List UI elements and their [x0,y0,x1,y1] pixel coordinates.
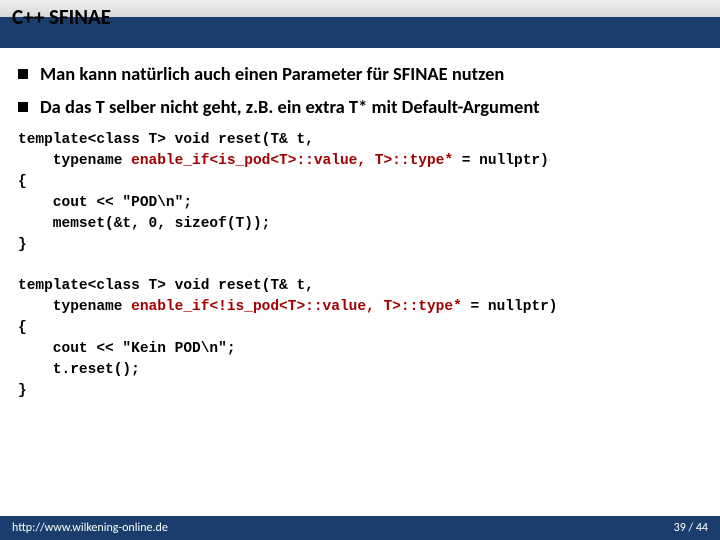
code-line: } [18,381,702,402]
page-number: 39 / 44 [674,521,708,535]
code-line: { [18,172,702,193]
code-line: cout << "Kein POD\n"; [18,339,702,360]
code-line: typename enable_if<!is_pod<T>::value, T>… [18,297,702,318]
bullet-text: Da das T selber nicht geht, z.B. ein ext… [40,95,540,118]
code-line: memset(&t, 0, sizeof(T)); [18,214,702,235]
code-line: t.reset(); [18,360,702,381]
footer-bar: http://www.wilkening-online.de 39 / 44 [0,516,720,540]
sfinae-type: enable_if<!is_pod<T>::value, T>::type* [131,299,462,315]
code-block-2: template<class T> void reset(T& t, typen… [0,276,720,402]
sfinae-type: enable_if<is_pod<T>::value, T>::type* [131,153,453,169]
code-line: template<class T> void reset(T& t, [18,276,702,297]
bullet-list: Man kann natürlich auch einen Parameter … [0,48,720,118]
bullet-item: Da das T selber nicht geht, z.B. ein ext… [18,95,702,118]
footer-url: http://www.wilkening-online.de [12,521,168,535]
code-line: template<class T> void reset(T& t, [18,130,702,151]
code-block-1: template<class T> void reset(T& t, typen… [0,130,720,256]
title-bar: C++ SFINAE [0,0,720,48]
bullet-item: Man kann natürlich auch einen Parameter … [18,62,702,85]
code-line: typename enable_if<is_pod<T>::value, T>:… [18,151,702,172]
code-line: { [18,318,702,339]
slide-title: C++ SFINAE [12,4,111,30]
bullet-text: Man kann natürlich auch einen Parameter … [40,62,504,85]
bullet-marker-icon [18,69,28,79]
bullet-marker-icon [18,102,28,112]
code-line: } [18,235,702,256]
code-line: cout << "POD\n"; [18,193,702,214]
